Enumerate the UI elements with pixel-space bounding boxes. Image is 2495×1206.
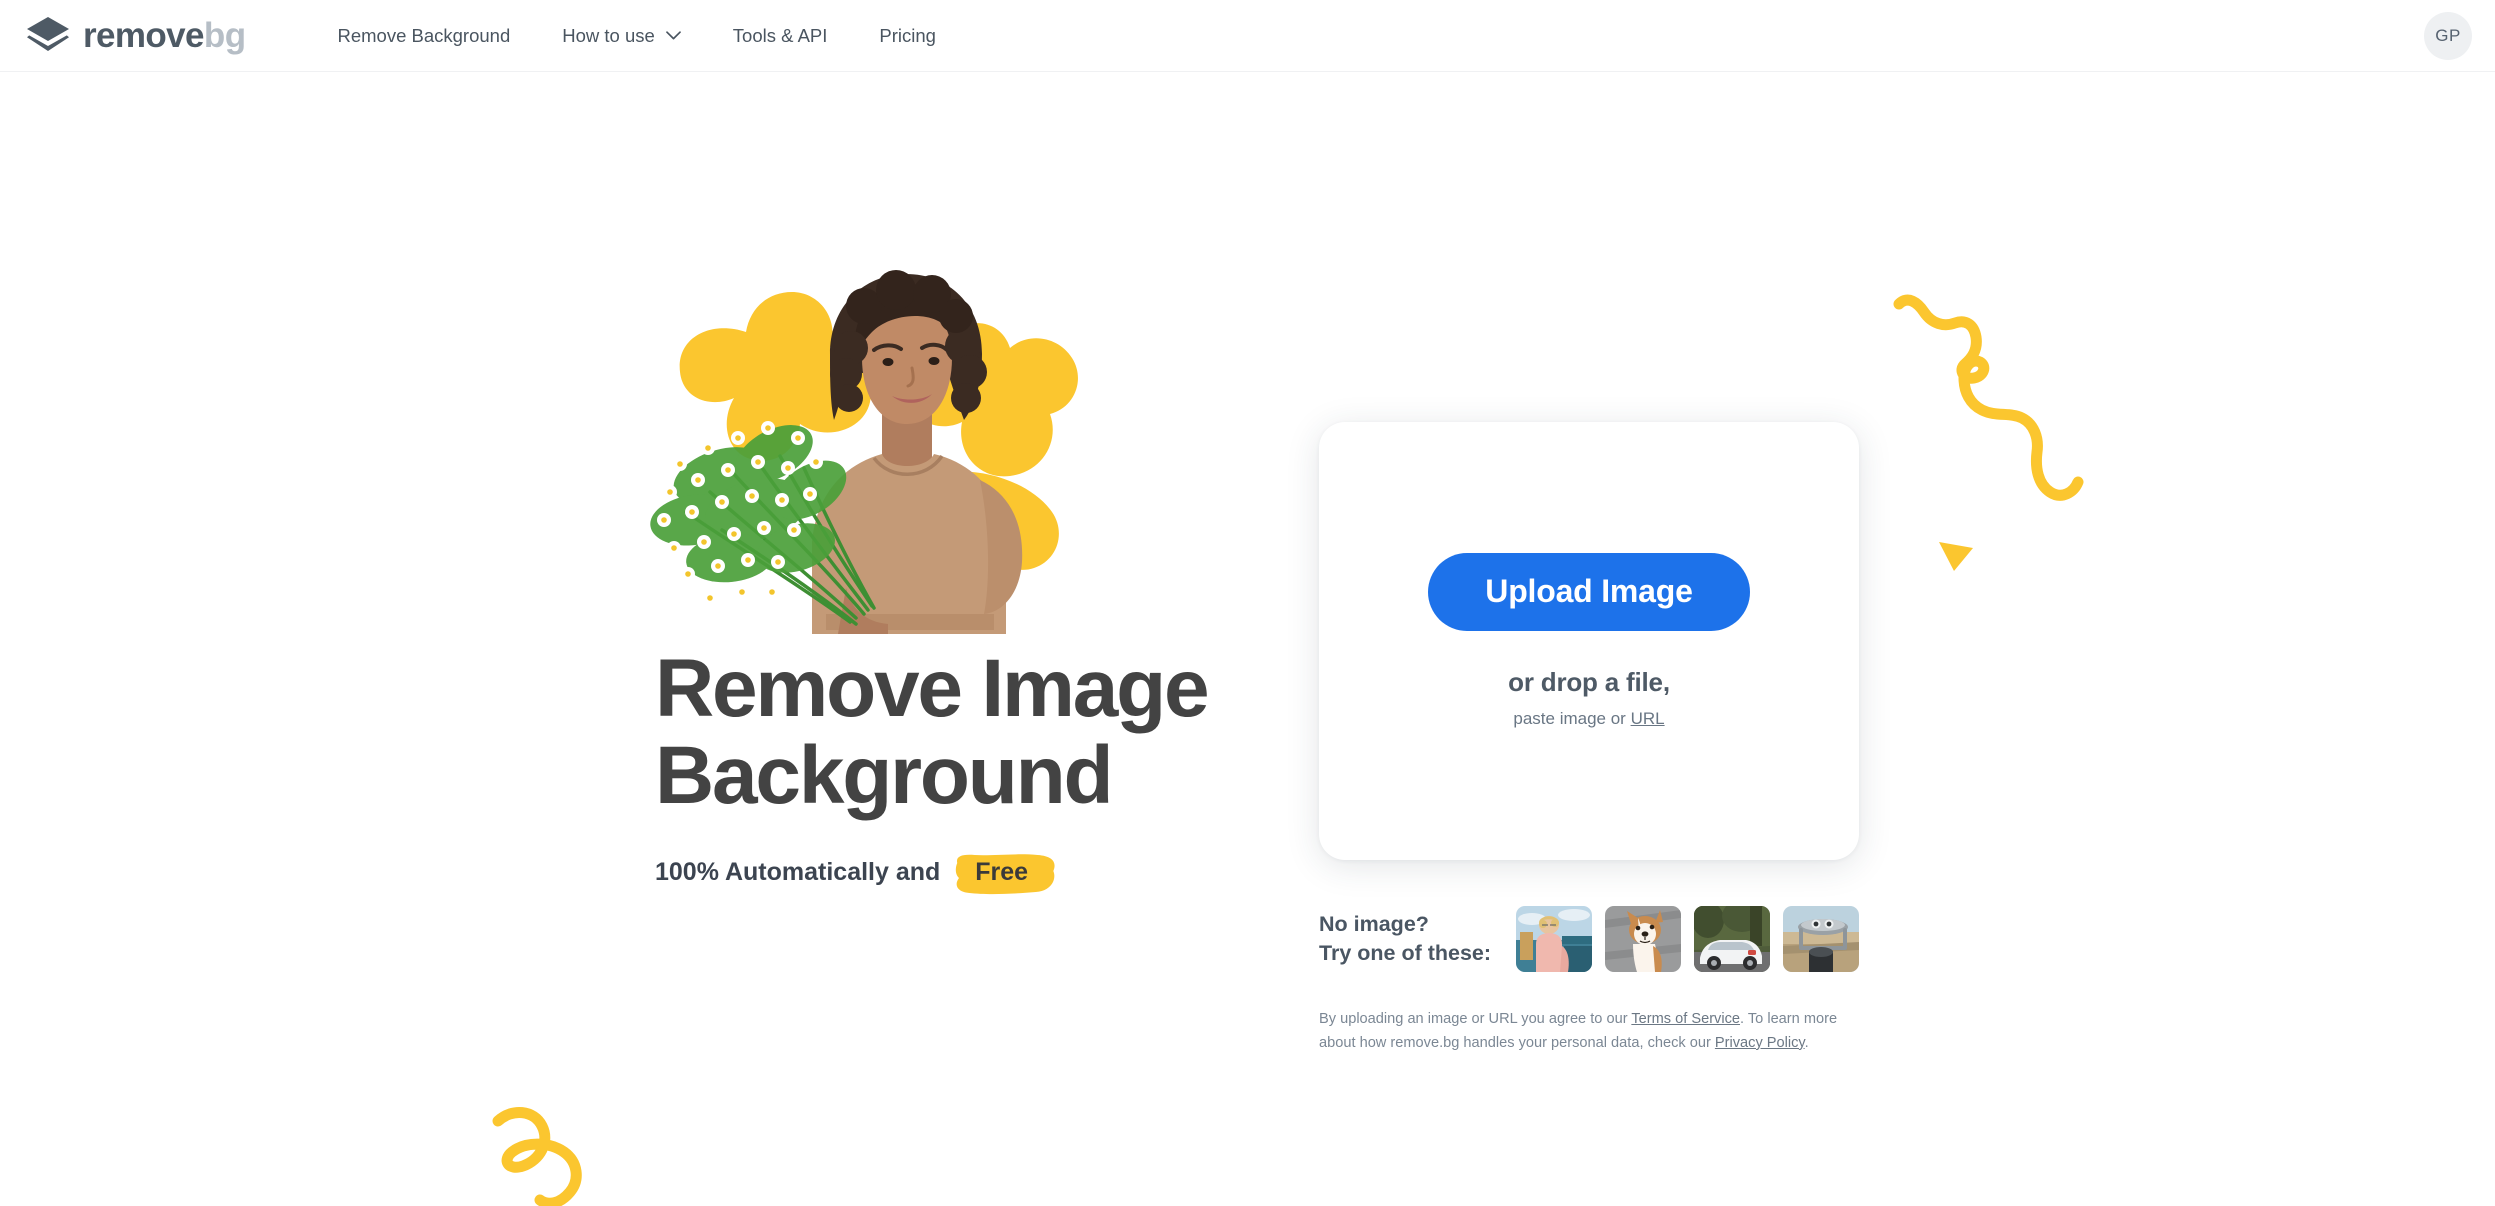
terms-of-service-link[interactable]: Terms of Service xyxy=(1631,1011,1740,1027)
sample-images-section: No image? Try one of these: xyxy=(1319,906,1859,972)
nav-item-how-to-use[interactable]: How to use xyxy=(536,0,707,72)
free-badge: Free xyxy=(956,854,1055,894)
logo-word-bg: bg xyxy=(203,16,246,55)
legal-disclaimer: By uploading an image or URL you agree t… xyxy=(1319,1008,1859,1055)
main-navigation: Remove Background How to use Tools & API… xyxy=(311,0,961,72)
thumb-image-man xyxy=(1516,906,1592,972)
avatar-initials: GP xyxy=(2435,25,2461,45)
triangle-decoration-icon xyxy=(1939,542,1973,571)
privacy-policy-link[interactable]: Privacy Policy xyxy=(1715,1035,1805,1051)
thumb-image-dog xyxy=(1605,906,1681,972)
page-title: Remove Image Background xyxy=(655,643,1210,821)
site-header: removebg Remove Background How to use To… xyxy=(0,0,2495,72)
sample-thumb-man-pink-shirt[interactable] xyxy=(1516,906,1592,972)
sample-thumb-binoculars[interactable] xyxy=(1783,906,1859,972)
stacked-layers-diamond-icon xyxy=(27,16,69,51)
nav-label: Tools & API xyxy=(732,24,828,46)
legal-text-part3: . xyxy=(1804,1034,1809,1051)
hero-image-woman-with-flowers xyxy=(650,262,1140,634)
nav-label: How to use xyxy=(562,24,655,46)
nav-item-remove-background[interactable]: Remove Background xyxy=(311,0,536,72)
logo-home-link[interactable]: removebg xyxy=(26,16,246,56)
drop-file-text: or drop a file, xyxy=(1508,667,1670,697)
chevron-down-icon xyxy=(665,31,681,40)
dropzone[interactable]: Upload Image or drop a file, paste image… xyxy=(1319,422,1859,860)
sample-thumbnail-list xyxy=(1516,906,1859,972)
squiggle-loop-decoration-icon xyxy=(1893,294,2084,501)
page-content: Remove Image Background 100% Automatical… xyxy=(0,72,2495,1206)
free-badge-label: Free xyxy=(975,857,1029,886)
avatar[interactable]: GP xyxy=(2424,11,2472,60)
paste-hint-text: paste image or xyxy=(1513,709,1626,728)
nav-item-tools-and-api[interactable]: Tools & API xyxy=(707,0,854,72)
hero-illustration xyxy=(650,270,1078,634)
squiggle-double-loop-decoration-icon xyxy=(492,1107,582,1206)
upload-panel: Upload Image or drop a file, paste image… xyxy=(1319,422,1859,1055)
sample-thumb-corgi-dog[interactable] xyxy=(1605,906,1681,972)
hero-subtitle-text: 100% Automatically and xyxy=(655,858,941,887)
logo-word-remove: remove xyxy=(83,16,205,55)
nav-label: Remove Background xyxy=(337,24,511,46)
sample-images-label: No image? Try one of these: xyxy=(1319,911,1492,965)
upload-image-button[interactable]: Upload Image xyxy=(1428,553,1750,631)
logo-wordmark: removebg xyxy=(83,16,246,55)
thumb-image-car xyxy=(1694,906,1770,972)
sample-thumb-white-car[interactable] xyxy=(1694,906,1770,972)
hero-subtitle: 100% Automatically and Free xyxy=(655,854,1255,894)
nav-label: Pricing xyxy=(879,24,936,46)
hero-section: Remove Image Background 100% Automatical… xyxy=(650,262,1255,894)
nav-item-pricing[interactable]: Pricing xyxy=(853,0,962,72)
paste-hint: paste image or URL xyxy=(1513,709,1664,729)
legal-text-part1: By uploading an image or URL you agree t… xyxy=(1319,1011,1632,1027)
thumb-image-binoculars xyxy=(1783,906,1859,972)
paste-url-link[interactable]: URL xyxy=(1631,709,1665,728)
